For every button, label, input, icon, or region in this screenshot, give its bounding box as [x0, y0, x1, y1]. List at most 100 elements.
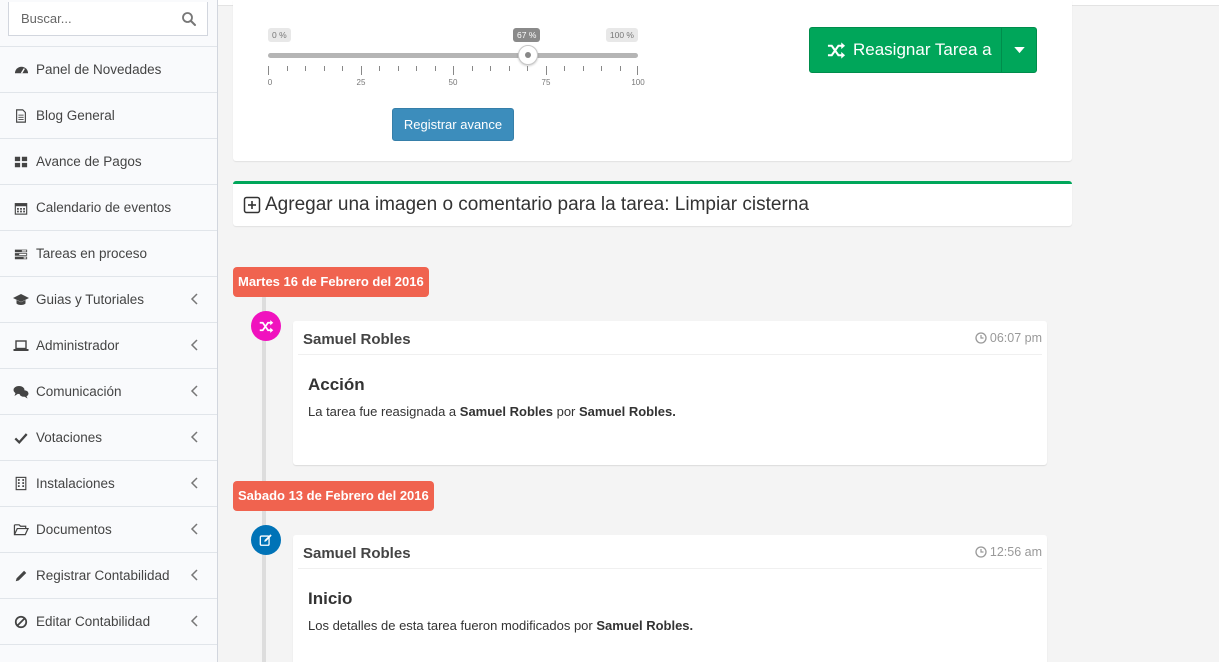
slider-tick [620, 66, 621, 71]
file-icon [13, 108, 29, 124]
sidebar-item-votaciones[interactable]: Votaciones [0, 414, 217, 460]
reassign-task-button[interactable]: Reasignar Tarea a [809, 27, 1002, 73]
ban-icon [13, 614, 29, 630]
sidebar-item-label: Comunicación [36, 384, 122, 399]
slider-handle[interactable] [518, 45, 538, 65]
chevron-left-icon [190, 339, 198, 351]
pencil-icon [13, 568, 29, 584]
search-input[interactable] [9, 2, 179, 35]
comments-icon [13, 384, 29, 400]
chevron-left-icon [190, 477, 198, 489]
tick-label: 25 [356, 78, 366, 87]
progress-slider[interactable]: 0 % 100 % 67 % 0 25 50 75 100 [267, 26, 645, 90]
slider-tick [546, 66, 547, 75]
sidebar-item-label: Administrador [36, 338, 120, 353]
sidebar-item-label: Avance de Pagos [36, 154, 142, 169]
sidebar-item-registrar-contabilidad[interactable]: Registrar Contabilidad [0, 552, 217, 598]
slider-tick [601, 66, 602, 71]
calendar-icon [13, 200, 29, 216]
slider-tick [287, 66, 288, 71]
sidebar-item-partial[interactable] [0, 644, 217, 662]
sidebar-item-label: Registrar Contabilidad [36, 568, 170, 583]
sidebar-item-label: Documentos [36, 522, 112, 537]
register-progress-button[interactable]: Registrar avance [392, 108, 514, 141]
chevron-left-icon [190, 615, 198, 627]
sidebar: Panel de Novedades Blog General Avance d… [0, 0, 218, 662]
add-comment-toggle[interactable]: Agregar una imagen o comentario para la … [233, 181, 1072, 226]
sidebar-item-documentos[interactable]: Documentos [0, 506, 217, 552]
sidebar-item-label: Blog General [36, 108, 115, 123]
timeline-item-title: Acción [308, 375, 365, 394]
timeline-item-header: Samuel Robles 06:07 pm [298, 321, 1042, 355]
chevron-left-icon [190, 569, 198, 581]
timeline-item-body: Los detalles de esta tarea fueron modifi… [308, 618, 693, 633]
slider-tick [527, 66, 528, 71]
timeline-item-title: Inicio [308, 589, 353, 608]
slider-tick [435, 66, 436, 71]
sidebar-menu: Panel de Novedades Blog General Avance d… [0, 46, 217, 662]
slider-tick [472, 66, 473, 71]
tick-label: 0 [267, 78, 273, 87]
sidebar-item-panel-de-novedades[interactable]: Panel de Novedades [0, 46, 217, 92]
laptop-icon [13, 338, 29, 354]
body-text: La tarea fue reasignada a [308, 404, 460, 419]
tick-label: 75 [541, 78, 551, 87]
search-icon[interactable] [181, 11, 197, 27]
sidebar-item-guias-y-tutoriales[interactable]: Guias y Tutoriales [0, 276, 217, 322]
slider-tick [416, 66, 417, 71]
timeline-item: Samuel Robles 06:07 pm Acción La tarea f… [293, 321, 1047, 465]
timeline-author[interactable]: Samuel Robles [303, 545, 411, 562]
tick-label: 50 [448, 78, 458, 87]
timeline-item: Samuel Robles 12:56 am Inicio Los detall… [293, 535, 1047, 662]
sidebar-item-calendario-de-eventos[interactable]: Calendario de eventos [0, 184, 217, 230]
slider-max-label: 100 % [605, 28, 638, 42]
body-user: Samuel Robles. [579, 404, 676, 419]
building-icon [13, 476, 29, 492]
body-user: Samuel Robles [459, 404, 553, 419]
timeline-entry-icon [251, 311, 281, 341]
sidebar-item-avance-de-pagos[interactable]: Avance de Pagos [0, 138, 217, 184]
clock-icon [975, 546, 987, 558]
body-text: Los detalles de esta tarea fueron modifi… [308, 618, 597, 633]
slider-min-label: 0 % [268, 28, 291, 42]
grid-icon [13, 154, 29, 170]
check-icon [13, 430, 29, 446]
body-user: Samuel Robles. [596, 618, 694, 633]
timeline-time-text: 12:56 am [989, 545, 1042, 559]
slider-ticks [268, 66, 638, 75]
slider-tick [490, 66, 491, 71]
clock-icon [975, 332, 987, 344]
chevron-left-icon [190, 385, 198, 397]
slider-tick [453, 66, 454, 75]
slider-tick [637, 66, 638, 75]
slider-tick [583, 66, 584, 71]
timeline-date-badge: Sabado 13 de Febrero del 2016 [233, 481, 434, 511]
sidebar-item-editar-contabilidad[interactable]: Editar Contabilidad [0, 598, 217, 644]
timeline-entry-icon [251, 525, 281, 555]
sidebar-item-tareas-en-proceso[interactable]: Tareas en proceso [0, 230, 217, 276]
chevron-left-icon [190, 431, 198, 443]
sidebar-item-instalaciones[interactable]: Instalaciones [0, 460, 217, 506]
sidebar-item-administrador[interactable]: Administrador [0, 322, 217, 368]
slider-tick [379, 66, 380, 71]
plus-square-icon [243, 196, 261, 214]
tasks-icon [13, 246, 29, 262]
timeline-author[interactable]: Samuel Robles [303, 331, 411, 348]
timeline-date-badge: Martes 16 de Febrero del 2016 [233, 267, 429, 297]
random-icon [827, 40, 847, 60]
slider-track[interactable] [268, 53, 638, 58]
reassign-dropdown-toggle[interactable] [1001, 27, 1037, 73]
slider-current-label: 67 % [513, 28, 541, 42]
sidebar-item-blog-general[interactable]: Blog General [0, 92, 217, 138]
graduation-cap-icon [13, 292, 29, 308]
timeline-time: 06:07 pm [975, 331, 1042, 345]
slider-tick [268, 66, 269, 75]
body-text: por [552, 404, 579, 419]
timeline-time-text: 06:07 pm [989, 331, 1042, 345]
add-comment-label: Agregar una imagen o comentario para la … [265, 194, 809, 215]
sidebar-item-comunicacion[interactable]: Comunicación [0, 368, 217, 414]
sidebar-item-label: Editar Contabilidad [36, 614, 151, 629]
random-icon [259, 319, 273, 333]
reassign-task-label: Reasignar Tarea a [853, 40, 992, 59]
slider-tick [342, 66, 343, 71]
